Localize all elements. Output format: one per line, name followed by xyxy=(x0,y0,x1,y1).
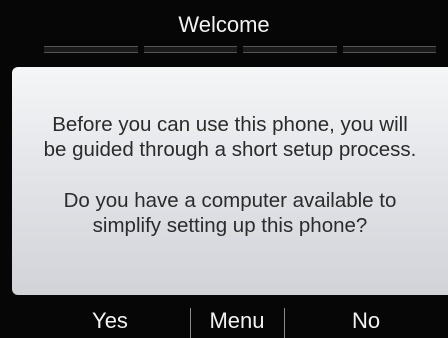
page-title: Welcome xyxy=(178,12,270,37)
tab-segment xyxy=(44,46,138,53)
setup-dialog: Before you can use this phone, you will … xyxy=(12,67,448,295)
setup-question-line-1: Do you have a computer available to xyxy=(63,189,397,212)
no-softkey[interactable]: No xyxy=(284,304,448,338)
tab-segment xyxy=(342,46,436,53)
header-tab-strip xyxy=(44,46,436,53)
tab-segment xyxy=(243,46,337,53)
setup-intro-message: Before you can use this phone, you will … xyxy=(12,112,448,162)
yes-softkey[interactable]: Yes xyxy=(30,304,190,338)
menu-softkey[interactable]: Menu xyxy=(190,304,284,338)
setup-intro-line-2: be guided through a short setup process. xyxy=(43,138,417,161)
setup-question: Do you have a computer available to simp… xyxy=(12,188,448,238)
softkey-bar: Yes Menu No xyxy=(0,304,448,338)
phone-screen: Welcome Before you can use this phone, y… xyxy=(0,0,448,338)
header-bar: Welcome xyxy=(0,0,448,60)
setup-question-line-2: simplify setting up this phone? xyxy=(92,214,368,237)
tab-segment xyxy=(143,46,237,53)
setup-intro-line-1: Before you can use this phone, you will xyxy=(52,113,408,136)
